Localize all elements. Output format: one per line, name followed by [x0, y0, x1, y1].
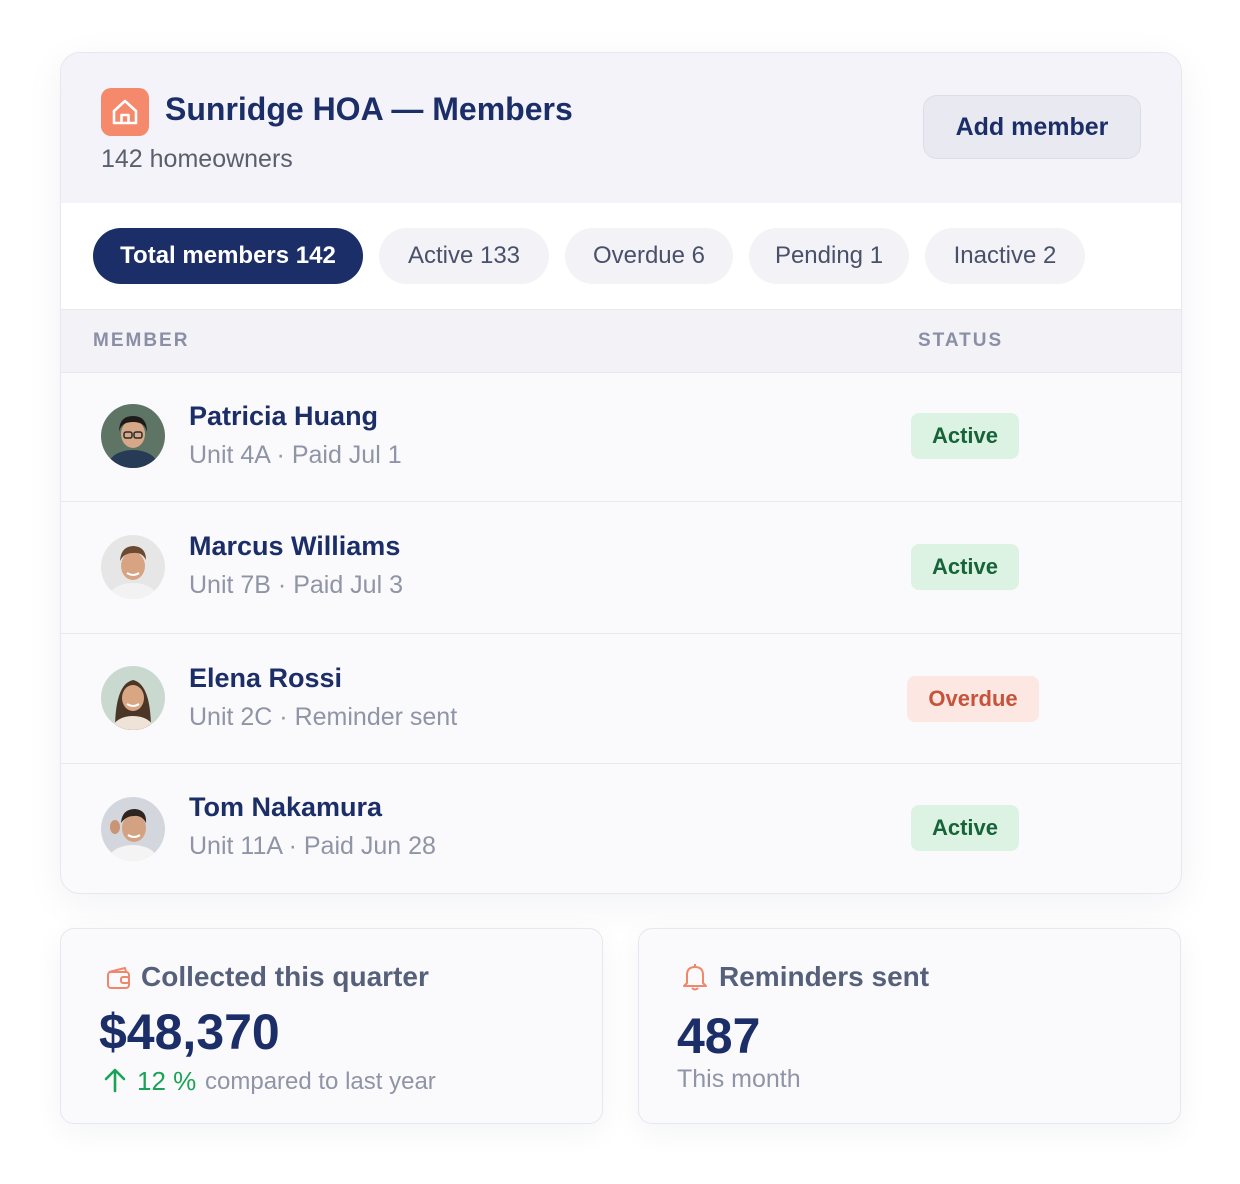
- avatar: [101, 797, 165, 861]
- column-member[interactable]: MEMBER: [93, 330, 189, 352]
- member-detail: Unit 4A · Paid Jul 1: [189, 441, 402, 469]
- member-detail: Unit 11A · Paid Jun 28: [189, 832, 436, 860]
- member-detail: Unit 2C · Reminder sent: [189, 703, 458, 731]
- column-status[interactable]: STATUS: [918, 330, 1003, 352]
- tab-active[interactable]: Active 133: [379, 228, 549, 284]
- tab-inactive[interactable]: Inactive 2: [925, 228, 1085, 284]
- home-icon: [101, 88, 149, 136]
- status-badge: Active: [911, 805, 1019, 851]
- collected-label: Collected this quarter: [141, 961, 429, 992]
- members-card: Sunridge HOA — Members 142 homeowners Ad…: [60, 52, 1182, 894]
- table-row[interactable]: Marcus Williams Unit 7B · Paid Jul 3 Act…: [61, 502, 1181, 634]
- member-name[interactable]: Elena Rossi: [189, 663, 342, 694]
- table-row[interactable]: Patricia Huang Unit 4A · Paid Jul 1 Acti…: [61, 373, 1181, 502]
- member-detail: Unit 7B · Paid Jul 3: [189, 571, 403, 599]
- add-member-button[interactable]: Add member: [923, 95, 1141, 159]
- arrow-up-icon: [104, 1068, 126, 1093]
- status-badge: Active: [911, 413, 1019, 459]
- member-name[interactable]: Marcus Williams: [189, 531, 400, 562]
- table-row[interactable]: Tom Nakamura Unit 11A · Paid Jun 28 Acti…: [61, 764, 1181, 893]
- status-badge: Active: [911, 544, 1019, 590]
- reminders-stat-card: Reminders sent 487 This month: [638, 928, 1181, 1124]
- reminders-caption: This month: [677, 1065, 801, 1093]
- reminders-value: 487: [677, 1008, 761, 1064]
- member-name[interactable]: Patricia Huang: [189, 401, 378, 432]
- avatar: [101, 666, 165, 730]
- tab-pending[interactable]: Pending 1: [749, 228, 909, 284]
- collected-value: $48,370: [99, 1004, 280, 1060]
- trend-text: compared to last year: [205, 1068, 436, 1095]
- table-row[interactable]: Elena Rossi Unit 2C · Reminder sent Over…: [61, 634, 1181, 764]
- avatar: [101, 535, 165, 599]
- tab-overdue[interactable]: Overdue 6: [565, 228, 733, 284]
- avatar: [101, 404, 165, 468]
- reminders-label: Reminders sent: [719, 961, 930, 992]
- trend-value: 12 %: [137, 1066, 197, 1096]
- filter-tabs: Total members 142 Active 133 Overdue 6 P…: [61, 203, 1181, 310]
- collected-stat-card: Collected this quarter $48,370 12 % comp…: [60, 928, 603, 1124]
- card-header: Sunridge HOA — Members 142 homeowners Ad…: [61, 53, 1181, 204]
- member-count: 142 homeowners: [101, 145, 293, 173]
- member-name[interactable]: Tom Nakamura: [189, 792, 382, 823]
- wallet-icon: [107, 967, 130, 989]
- page-title: Sunridge HOA — Members: [165, 91, 573, 127]
- bell-icon: [683, 964, 707, 991]
- tab-total-members[interactable]: Total members 142: [93, 228, 363, 284]
- table-header: MEMBER STATUS: [61, 310, 1181, 373]
- status-badge: Overdue: [907, 676, 1039, 722]
